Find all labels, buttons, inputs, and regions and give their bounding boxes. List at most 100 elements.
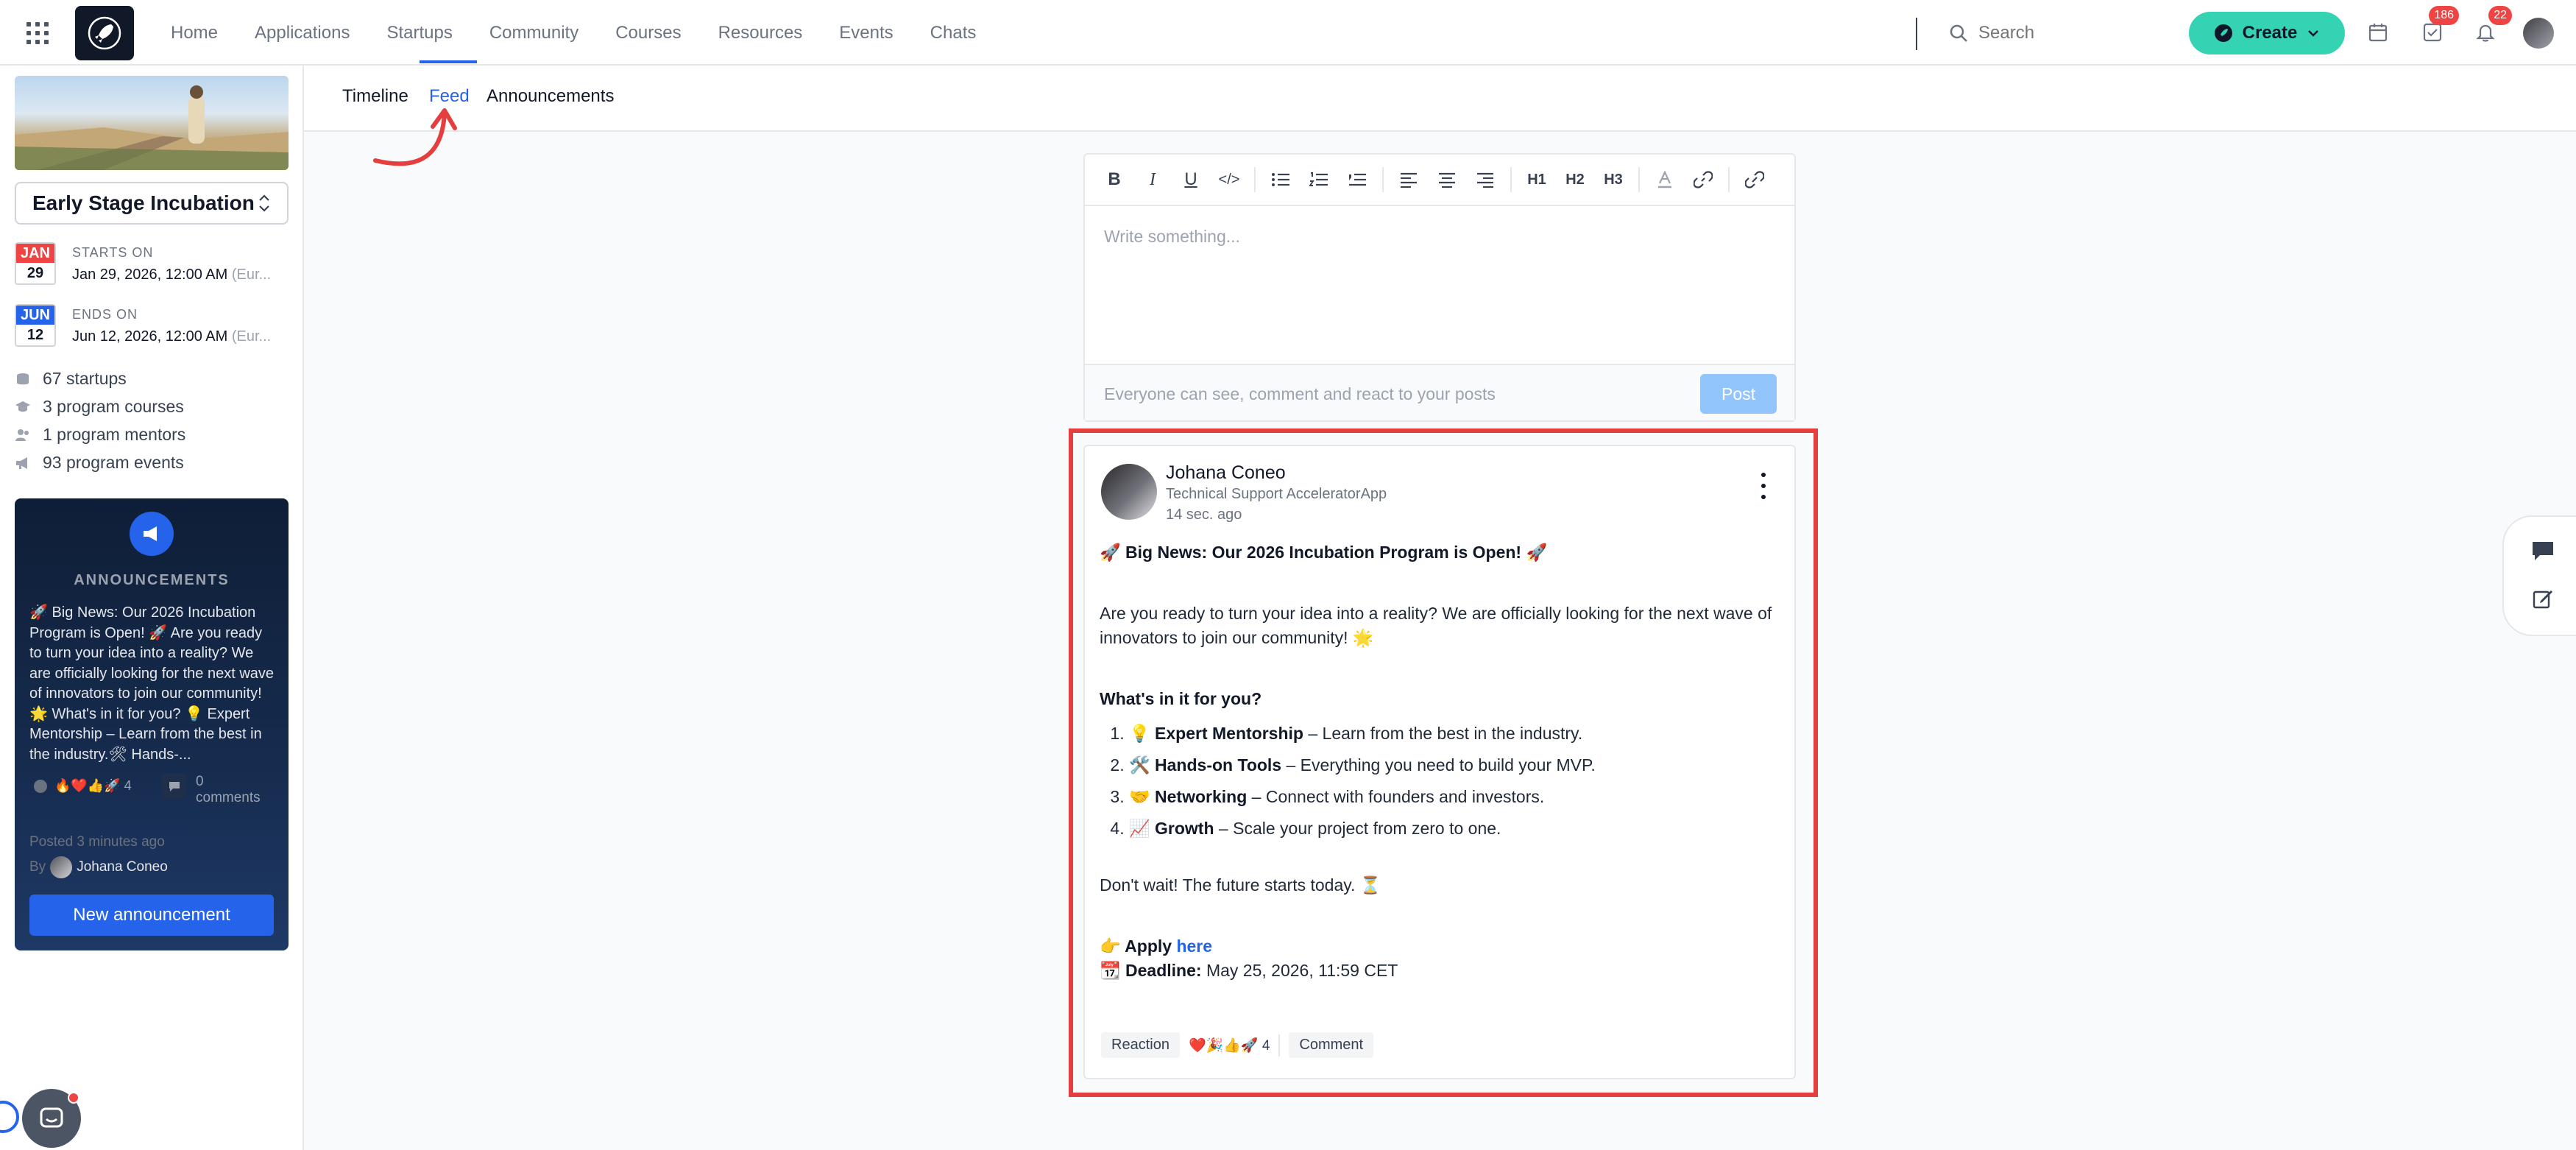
list-item-title: Growth [1155, 819, 1214, 838]
align-center-icon[interactable] [1434, 166, 1460, 193]
rocket-logo-icon[interactable] [75, 6, 134, 60]
top-navigation-bar: Home Applications Startups Community Cou… [0, 0, 2576, 66]
reaction-summary[interactable]: ❤️🎉👍🚀 4 [1189, 1037, 1270, 1054]
apply-link[interactable]: here [1176, 936, 1212, 956]
code-button[interactable]: </> [1216, 166, 1242, 193]
heading3-button[interactable]: H3 [1600, 166, 1627, 193]
list-item-text: – Connect with founders and investors. [1247, 787, 1545, 806]
announcement-author[interactable]: Johana Coneo [77, 859, 168, 875]
benefits-list: 💡 Expert Mentorship – Learn from the bes… [1129, 722, 1777, 841]
users-icon [15, 427, 31, 443]
graduation-cap-icon [15, 399, 31, 415]
unlink-icon[interactable] [1741, 166, 1768, 193]
stat-courses[interactable]: 3 program courses [15, 397, 184, 417]
toolbar-separator [1510, 167, 1512, 192]
end-value: Jun 12, 2026, 12:00 AM [72, 328, 228, 345]
chart-up-icon: 📈 [1129, 819, 1150, 838]
megaphone-icon [130, 512, 174, 556]
comment-bubble-icon[interactable] [2530, 539, 2555, 564]
apps-grid-icon[interactable] [26, 22, 49, 44]
stat-startups[interactable]: 67 startups [15, 369, 127, 389]
tasks-icon[interactable]: 186 [2419, 6, 2459, 46]
tasks-badge: 186 [2429, 6, 2459, 25]
post-text-input[interactable]: Write something... [1104, 227, 1240, 247]
stat-events[interactable]: 93 program events [15, 453, 184, 473]
chat-launcher-button[interactable] [22, 1089, 81, 1148]
nav-events[interactable]: Events [839, 23, 893, 43]
bold-button[interactable]: B [1101, 166, 1128, 193]
lightbulb-icon: 💡 [1129, 724, 1150, 743]
help-widget-edge[interactable] [0, 1101, 19, 1133]
search-input[interactable] [1978, 23, 2155, 43]
nav-community[interactable]: Community [489, 23, 578, 43]
tab-announcements[interactable]: Announcements [486, 86, 614, 107]
blockquote-icon[interactable] [1344, 166, 1370, 193]
comment-button[interactable]: Comment [1289, 1032, 1374, 1058]
nav-courses[interactable]: Courses [615, 23, 681, 43]
search-box[interactable] [1949, 19, 2170, 47]
program-name: Early Stage Incubation [32, 191, 255, 214]
post-composer: B I U </> H1 H2 H3 Write something... Ev… [1083, 153, 1796, 422]
announcement-card[interactable]: ANNOUNCEMENTS 🚀 Big News: Our 2026 Incub… [15, 498, 289, 950]
end-date-row: JUN 12 ENDS ON Jun 12, 2026, 12:00 AM (E… [15, 304, 271, 347]
bell-icon[interactable]: 22 [2472, 6, 2512, 46]
heading2-button[interactable]: H2 [1562, 166, 1588, 193]
handshake-icon: 🤝 [1129, 787, 1150, 806]
nav-startups[interactable]: Startups [386, 23, 452, 43]
create-button[interactable]: Create [2189, 12, 2345, 54]
text-color-icon[interactable] [1652, 166, 1678, 193]
stat-events-label: 93 program events [43, 453, 184, 472]
deadline-value: May 25, 2026, 11:59 CET [1201, 961, 1398, 980]
post-actions: Reaction ❤️🎉👍🚀 4 Comment [1101, 1032, 1374, 1058]
start-label: STARTS ON [72, 245, 154, 260]
heading1-button[interactable]: H1 [1524, 166, 1550, 193]
post-closing: Don't wait! The future starts today. ⏳ [1100, 875, 1381, 895]
bullet-list-icon[interactable] [1267, 166, 1294, 193]
list-item-text: – Learn from the best in the industry. [1303, 724, 1583, 743]
start-day: 29 [26, 265, 44, 281]
post-button[interactable]: Post [1700, 374, 1777, 414]
stat-startups-label: 67 startups [43, 369, 127, 388]
align-left-icon[interactable] [1395, 166, 1422, 193]
post-menu-icon[interactable] [1756, 473, 1771, 499]
nav-applications[interactable]: Applications [255, 23, 350, 43]
new-announcement-button[interactable]: New announcement [29, 895, 274, 936]
align-right-icon[interactable] [1472, 166, 1498, 193]
editor-toolbar: B I U </> H1 H2 H3 [1085, 155, 1794, 206]
stat-mentors[interactable]: 1 program mentors [15, 425, 185, 445]
announcement-comments[interactable]: 0 comments [162, 774, 280, 806]
user-avatar[interactable] [2523, 18, 2554, 49]
underline-button[interactable]: U [1178, 166, 1204, 193]
reaction-button[interactable]: Reaction [1101, 1032, 1180, 1058]
feed-post: Johana Coneo Technical Support Accelerat… [1083, 445, 1796, 1079]
database-icon [15, 371, 31, 387]
post-timestamp: 14 sec. ago [1166, 507, 1242, 523]
numbered-list-icon[interactable] [1306, 166, 1332, 193]
start-month: JAN [16, 244, 54, 263]
edit-icon[interactable] [2530, 586, 2555, 611]
post-author-avatar[interactable] [1101, 464, 1157, 520]
program-selector[interactable]: Early Stage Incubation [15, 182, 289, 225]
nav-resources[interactable]: Resources [718, 23, 803, 43]
link-icon[interactable] [1690, 166, 1716, 193]
nav-home[interactable]: Home [171, 23, 218, 43]
nav-divider [1916, 18, 1917, 50]
list-item-text: – Scale your project from zero to one. [1214, 819, 1501, 838]
by-prefix: By [29, 859, 46, 875]
stat-courses-label: 3 program courses [43, 397, 184, 416]
rocket-icon [2214, 24, 2232, 42]
toolbar-separator [1638, 167, 1640, 192]
visibility-hint: Everyone can see, comment and react to y… [1104, 384, 1496, 403]
reaction-add-icon[interactable] [34, 779, 47, 793]
toolbar-separator [1382, 167, 1384, 192]
post-author-name[interactable]: Johana Coneo [1166, 462, 1286, 484]
post-content: 🚀 Big News: Our 2026 Incubation Program … [1100, 540, 1777, 983]
deadline-line: 📆 Deadline: May 25, 2026, 11:59 CET [1100, 959, 1777, 983]
end-label: ENDS ON [72, 307, 138, 322]
italic-button[interactable]: I [1139, 166, 1166, 193]
calendar-icon[interactable] [2365, 19, 2391, 46]
announcement-reactions[interactable]: 🔥❤️👍🚀 4 [34, 778, 132, 794]
nav-chats[interactable]: Chats [930, 23, 977, 43]
main-nav: Home Applications Startups Community Cou… [171, 0, 1013, 66]
end-calendar-badge: JUN 12 [15, 304, 56, 347]
